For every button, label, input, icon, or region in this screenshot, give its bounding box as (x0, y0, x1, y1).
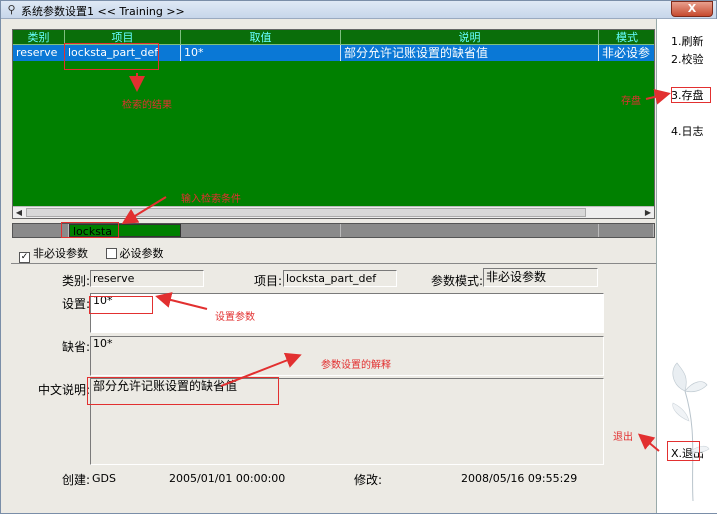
cell-mode: 非必设参 (599, 45, 654, 61)
annotation-input-search: 输入检索条件 (181, 194, 241, 205)
divider (11, 263, 656, 264)
column-header-category[interactable]: 类别 (13, 30, 65, 45)
refresh-button[interactable]: 1.刷新 (671, 33, 704, 49)
annotation-save: 存盘 (621, 96, 641, 107)
highlight-exit (667, 441, 700, 461)
annotation-param-explain: 参数设置的解释 (321, 360, 391, 371)
item-field: locksta_part_def (283, 270, 397, 287)
optional-param-checkbox[interactable]: ✓ (19, 252, 30, 263)
filter-cell-value[interactable] (181, 224, 341, 237)
item-label: 项目: (254, 274, 283, 288)
highlight-save (671, 87, 711, 103)
mode-checkboxes: ✓ 非必设参数 必设参数 (19, 245, 178, 263)
highlight-description (87, 377, 279, 405)
category-field: reserve (90, 270, 204, 287)
category-label: 类别: (62, 274, 91, 288)
default-label: 缺省: (62, 340, 91, 354)
setting-input[interactable]: 10* (90, 293, 604, 333)
created-label: 创建: (62, 473, 91, 487)
scrollbar-thumb[interactable] (26, 208, 586, 217)
app-icon: ⚲ (7, 3, 16, 16)
cell-description: 部分允许记账设置的缺省值 (341, 45, 599, 61)
created-by: GDS (92, 472, 116, 485)
annotation-search-result: 检索的结果 (122, 100, 172, 111)
modified-label: 修改: (354, 473, 383, 487)
mode-field: 非必设参数 (483, 268, 598, 287)
filter-cell-mode[interactable] (599, 224, 654, 237)
required-param-checkbox[interactable] (105, 248, 117, 259)
cell-category: reserve (13, 45, 65, 61)
highlight-setting (89, 296, 153, 314)
annotation-exit: 退出 (613, 432, 633, 443)
created-time: 2005/01/01 00:00:00 (169, 472, 286, 485)
close-button[interactable]: X (671, 1, 713, 17)
column-header-value[interactable]: 取值 (181, 30, 341, 45)
setting-label: 设置: (62, 297, 91, 311)
validate-button[interactable]: 2.校验 (671, 51, 704, 67)
optional-param-label: 非必设参数 (33, 247, 88, 260)
highlight-item-cell (64, 43, 159, 70)
title-bar: ⚲ 系统参数设置1 << Training >> X (1, 1, 716, 19)
required-param-label: 必设参数 (119, 247, 164, 260)
mode-label: 参数模式: (431, 274, 484, 288)
main-window: ⚲ 系统参数设置1 << Training >> X 类别 项目 取值 说明 模… (0, 0, 717, 514)
scroll-right-icon[interactable]: ▶ (642, 207, 654, 218)
cell-value: 10* (181, 45, 341, 61)
window-title: 系统参数设置1 << Training >> (21, 5, 185, 18)
column-header-mode[interactable]: 模式 (599, 30, 654, 45)
modified-time: 2008/05/16 09:55:29 (461, 472, 578, 485)
horizontal-scrollbar[interactable]: ◀ ▶ (13, 206, 654, 218)
filter-cell-description[interactable] (341, 224, 599, 237)
scroll-left-icon[interactable]: ◀ (13, 207, 25, 218)
annotation-set-param: 设置参数 (215, 312, 255, 323)
highlight-filter-input (61, 222, 119, 238)
column-header-description[interactable]: 说明 (341, 30, 599, 45)
log-button[interactable]: 4.日志 (671, 123, 704, 139)
description-label: 中文说明: (38, 383, 91, 397)
flower-decoration-icon (672, 362, 710, 501)
